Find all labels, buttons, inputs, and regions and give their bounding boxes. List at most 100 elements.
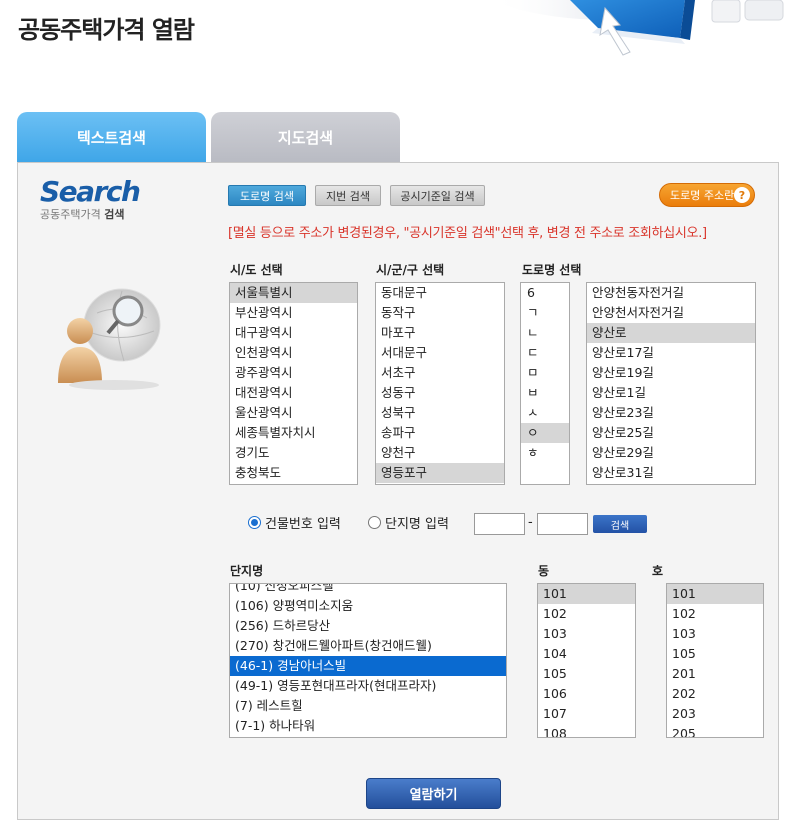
building-main-number-input[interactable] bbox=[474, 513, 525, 535]
radio-complex-dot[interactable] bbox=[368, 516, 381, 529]
roads-option[interactable]: 양산로19길 bbox=[587, 363, 755, 383]
initials-option[interactable]: ㅇ bbox=[521, 423, 569, 443]
sido-option[interactable]: 충청북도 bbox=[230, 463, 357, 483]
roads-options: 안양천동자전거길 안양천서자전거길 양산로 양산로17길 양산로19길 양산로1길 양산로2… bbox=[587, 283, 755, 483]
sido-option[interactable]: 인천광역시 bbox=[230, 343, 357, 363]
sigungu-option[interactable]: 송파구 bbox=[376, 423, 504, 443]
dong-option[interactable]: 108 bbox=[538, 724, 635, 737]
ho-label: 호 bbox=[652, 564, 664, 578]
header-illustration bbox=[480, 0, 795, 64]
sido-option[interactable]: 서울특별시 bbox=[230, 283, 357, 303]
dong-option[interactable]: 103 bbox=[538, 624, 635, 644]
lot-search-button[interactable]: 지번 검색 bbox=[315, 185, 381, 206]
road-search-button[interactable]: 도로명 검색 bbox=[228, 185, 306, 206]
roads-option[interactable]: 양산로29길 bbox=[587, 443, 755, 463]
search-logo: Search 공동주택가격 검색 bbox=[40, 175, 141, 222]
initials-option[interactable]: ㄷ bbox=[521, 343, 569, 363]
sigungu-option[interactable]: 성동구 bbox=[376, 383, 504, 403]
complexes-option[interactable]: (7-1) 하나타워 bbox=[230, 716, 506, 736]
sigungu-option[interactable]: 동작구 bbox=[376, 303, 504, 323]
building-sub-number-input[interactable] bbox=[537, 513, 588, 535]
road-address-label: 도로명 주소란 bbox=[670, 189, 735, 202]
roads-option[interactable]: 양산로 bbox=[587, 323, 755, 343]
ho-option[interactable]: 105 bbox=[667, 644, 763, 664]
complexes-option[interactable]: (49-1) 영등포현대프라자(현대프라자) bbox=[230, 676, 506, 696]
search-logo-sub-bold: 검색 bbox=[104, 208, 125, 221]
complex-listbox[interactable]: (10) 신성오피스텔 (106) 양평역미소지움 (256) 드하르당산 (270)… bbox=[229, 583, 507, 738]
sigungu-option[interactable]: 영등포구 bbox=[376, 463, 504, 483]
tab-text-search[interactable]: 텍스트검색 bbox=[17, 112, 206, 162]
number-search-button[interactable]: 검색 bbox=[593, 515, 647, 533]
initials-option[interactable]: ㄴ bbox=[521, 323, 569, 343]
initials-option[interactable]: 6 bbox=[521, 283, 569, 303]
initials-option[interactable]: ㅅ bbox=[521, 403, 569, 423]
initials-option[interactable]: ㅎ bbox=[521, 443, 569, 463]
sigungu-option[interactable]: 마포구 bbox=[376, 323, 504, 343]
initials-option[interactable]: ㅂ bbox=[521, 383, 569, 403]
complexes-option[interactable]: (46-1) 경남아너스빌 bbox=[230, 656, 506, 676]
road-initial-listbox[interactable]: 6ㄱㄴㄷㅁㅂㅅㅇㅎ bbox=[520, 282, 570, 485]
sigungu-option[interactable]: 서대문구 bbox=[376, 343, 504, 363]
sigungu-option[interactable]: 양천구 bbox=[376, 443, 504, 463]
ho-option[interactable]: 102 bbox=[667, 604, 763, 624]
tab-map-search[interactable]: 지도검색 bbox=[211, 112, 400, 162]
sido-option[interactable]: 광주광역시 bbox=[230, 363, 357, 383]
sigungu-listbox[interactable]: 동대문구 동작구 마포구 서대문구 서초구 성동구 성북구 송파구 양천구 영등포구 bbox=[375, 282, 505, 485]
ho-option[interactable]: 103 bbox=[667, 624, 763, 644]
sido-option[interactable]: 경기도 bbox=[230, 443, 357, 463]
complexes-option[interactable]: (10) 신성오피스텔 bbox=[230, 584, 506, 596]
dong-option[interactable]: 104 bbox=[538, 644, 635, 664]
ho-option[interactable]: 201 bbox=[667, 664, 763, 684]
view-button[interactable]: 열람하기 bbox=[366, 778, 501, 809]
complexes-option[interactable]: (270) 창건애드웰아파트(창건애드웰) bbox=[230, 636, 506, 656]
ho-option[interactable]: 205 bbox=[667, 724, 763, 737]
search-logo-word: Search bbox=[40, 175, 141, 208]
ho-option[interactable]: 101 bbox=[667, 584, 763, 604]
sido-option[interactable]: 울산광역시 bbox=[230, 403, 357, 423]
roads-option[interactable]: 안양천서자전거길 bbox=[587, 303, 755, 323]
complexes-option[interactable]: (256) 드하르당산 bbox=[230, 616, 506, 636]
road-name-listbox[interactable]: 안양천동자전거길 안양천서자전거길 양산로 양산로17길 양산로19길 양산로1길 양산로2… bbox=[586, 282, 756, 485]
number-dash: - bbox=[528, 515, 533, 530]
radio-complex-name[interactable]: 단지명 입력 bbox=[368, 513, 449, 532]
ho-option[interactable]: 202 bbox=[667, 684, 763, 704]
dong-option[interactable]: 107 bbox=[538, 704, 635, 724]
page-title: 공동주택가격 열람 bbox=[18, 16, 195, 44]
initials-option[interactable]: ㅁ bbox=[521, 363, 569, 383]
sigungu-option[interactable]: 성북구 bbox=[376, 403, 504, 423]
dong-option[interactable]: 102 bbox=[538, 604, 635, 624]
dong-option[interactable]: 101 bbox=[538, 584, 635, 604]
roads-option[interactable]: 양산로23길 bbox=[587, 403, 755, 423]
roads-option[interactable]: 양산로17길 bbox=[587, 343, 755, 363]
complexes-option[interactable]: (106) 양평역미소지움 bbox=[230, 596, 506, 616]
notice-text: [멸실 등으로 주소가 변경된경우, "공시기준일 검색"선택 후, 변경 전 … bbox=[228, 226, 707, 241]
announce-date-search-button[interactable]: 공시기준일 검색 bbox=[390, 185, 485, 206]
complexes-option[interactable]: (7) 레스트힐 bbox=[230, 696, 506, 716]
radio-building-number[interactable]: 건물번호 입력 bbox=[248, 513, 341, 532]
dong-listbox[interactable]: 101 102 103 104 105 106 107 108 bbox=[537, 583, 636, 738]
sigungu-option[interactable]: 동대문구 bbox=[376, 283, 504, 303]
roads-option[interactable]: 안양천동자전거길 bbox=[587, 283, 755, 303]
search-panel: Search 공동주택가격 검색 도로명 검색 지번 검색 공시기준일 검색 도… bbox=[17, 162, 779, 820]
radio-complex-label: 단지명 입력 bbox=[385, 517, 449, 532]
radio-building-dot[interactable] bbox=[248, 516, 261, 529]
dong-option[interactable]: 105 bbox=[538, 664, 635, 684]
roads-option[interactable]: 양산로31길 bbox=[587, 463, 755, 483]
dong-option[interactable]: 106 bbox=[538, 684, 635, 704]
sido-option[interactable]: 대전광역시 bbox=[230, 383, 357, 403]
sido-listbox[interactable]: 서울특별시 부산광역시 대구광역시 인천광역시 광주광역시 대전광역시 울산광역시 세종특별자… bbox=[229, 282, 358, 485]
sigungu-option[interactable]: 서초구 bbox=[376, 363, 504, 383]
sigungu-label: 시/군/구 선택 bbox=[376, 263, 445, 277]
sido-option[interactable]: 대구광역시 bbox=[230, 323, 357, 343]
sido-option[interactable]: 부산광역시 bbox=[230, 303, 357, 323]
ho-option[interactable]: 203 bbox=[667, 704, 763, 724]
roads-option[interactable]: 양산로1길 bbox=[587, 383, 755, 403]
roads-option[interactable]: 양산로25길 bbox=[587, 423, 755, 443]
sido-option[interactable]: 세종특별자치시 bbox=[230, 423, 357, 443]
initials-option[interactable]: ㄱ bbox=[521, 303, 569, 323]
complex-label: 단지명 bbox=[230, 564, 264, 578]
road-label: 도로명 선택 bbox=[522, 263, 582, 277]
dong-label: 동 bbox=[538, 564, 550, 578]
ho-listbox[interactable]: 101 102 103 105 201 202 203 205 bbox=[666, 583, 764, 738]
road-address-button[interactable]: 도로명 주소란 ? bbox=[659, 183, 755, 207]
